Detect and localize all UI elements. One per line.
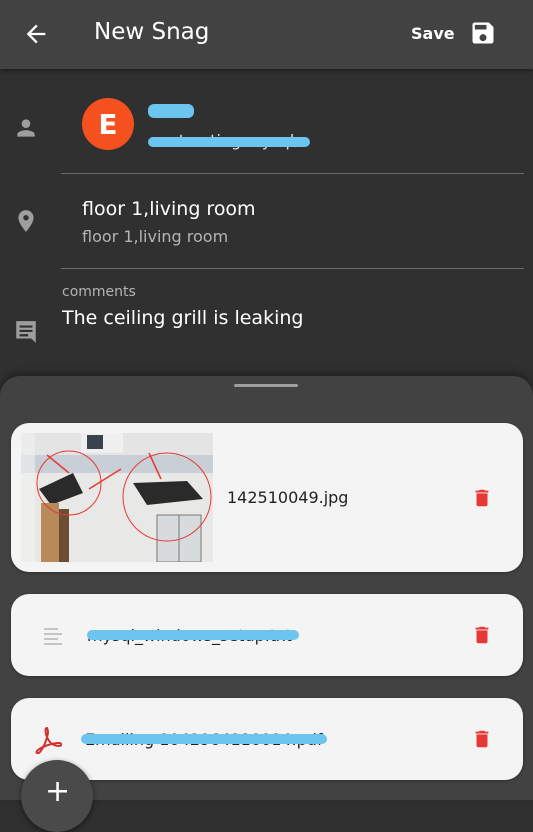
location-title[interactable]: floor 1,living room xyxy=(82,198,256,220)
floppy-disk-icon[interactable] xyxy=(469,19,497,47)
pdf-icon xyxy=(35,726,63,754)
attachment-thumbnail[interactable] xyxy=(21,433,213,562)
person-icon xyxy=(17,119,35,137)
attachment-card-image[interactable]: 142510049.jpg xyxy=(11,423,523,572)
redaction-mark xyxy=(148,137,310,147)
redaction-mark xyxy=(81,734,327,744)
house-photo-image xyxy=(21,433,213,562)
trash-icon[interactable] xyxy=(471,622,493,648)
save-button[interactable]: Save xyxy=(411,24,455,43)
trash-icon[interactable] xyxy=(471,726,493,752)
page-title: New Snag xyxy=(94,19,210,45)
app-bar: New Snag Save xyxy=(0,0,533,69)
location-pin-icon xyxy=(18,210,34,232)
attachment-card-text[interactable]: mysql_windows_setup.txt xyxy=(11,594,523,676)
comments-label: comments xyxy=(62,284,136,300)
divider xyxy=(61,268,524,269)
comments-text[interactable]: The ceiling grill is leaking xyxy=(62,307,303,329)
location-subtitle: floor 1,living room xyxy=(82,227,229,246)
avatar[interactable]: E xyxy=(82,98,134,150)
divider xyxy=(61,173,524,174)
redaction-mark xyxy=(87,630,299,640)
add-attachment-button[interactable]: + xyxy=(21,760,93,832)
redaction-mark xyxy=(148,104,194,118)
attachment-filename: 142510049.jpg xyxy=(227,488,349,507)
attachment-card-pdf[interactable]: Emailing 1042964110014.pdf xyxy=(11,698,523,780)
plus-icon: + xyxy=(45,774,71,809)
trash-icon[interactable] xyxy=(471,485,493,511)
text-file-icon xyxy=(44,628,62,645)
arrow-back-icon[interactable] xyxy=(22,20,50,48)
drag-handle[interactable] xyxy=(234,384,298,387)
comment-icon xyxy=(16,321,36,343)
